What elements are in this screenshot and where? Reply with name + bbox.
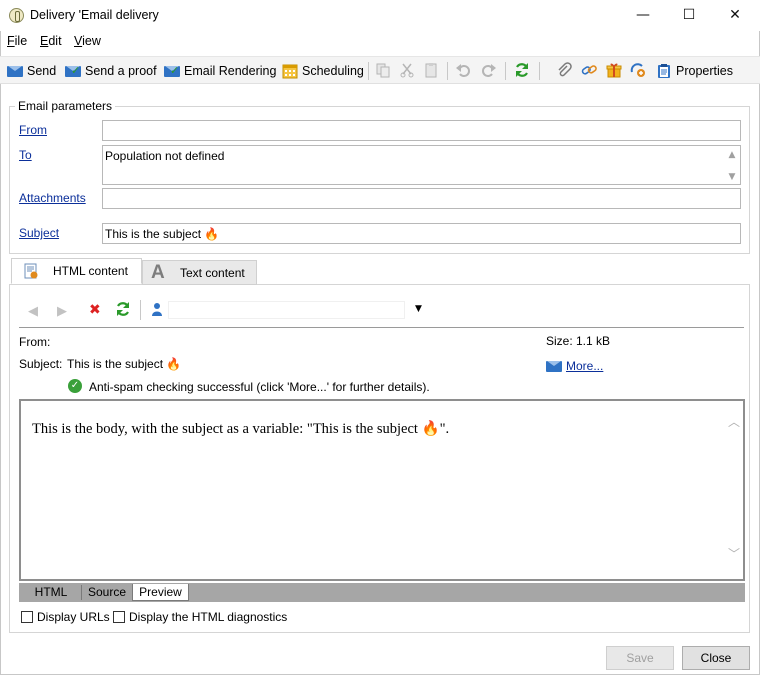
save-button[interactable]: Save (606, 646, 674, 670)
person-icon (151, 302, 163, 319)
antispam-status: Anti-spam checking successful (click 'Mo… (89, 380, 430, 394)
display-urls-label: Display URLs (37, 610, 110, 624)
display-urls-checkbox[interactable]: Display URLs (21, 610, 110, 624)
from-field[interactable] (102, 120, 741, 141)
preview-toolbar-separator (140, 300, 141, 320)
chevron-down-icon[interactable]: ▼ (415, 304, 422, 314)
back-arrow-icon[interactable]: ◀ (28, 303, 38, 319)
menu-file[interactable]: File (7, 34, 27, 48)
window-title: Delivery 'Email delivery (30, 8, 159, 22)
menu-file-rest: ile (14, 34, 28, 48)
toolbar-separator (505, 62, 506, 80)
email-parameters-legend: Email parameters (15, 99, 116, 113)
subject-field[interactable]: This is the subject 🔥 (102, 223, 741, 244)
menu-view-rest: iew (82, 34, 101, 48)
tracking-icon[interactable] (630, 62, 646, 81)
redo-icon[interactable] (481, 62, 497, 81)
scroll-up-icon[interactable]: ▲ (727, 150, 737, 160)
gift-icon[interactable] (606, 62, 622, 81)
paperclip-icon[interactable] (556, 62, 572, 81)
envelope-icon (7, 63, 23, 79)
email-preview-pane[interactable]: This is the body, with the subject as a … (19, 399, 745, 581)
toolbar-separator (539, 62, 540, 80)
tab-text-content[interactable]: A Text content (142, 260, 257, 285)
cut-icon[interactable] (399, 62, 415, 81)
send-proof-label: Send a proof (85, 64, 157, 78)
properties-button[interactable]: Properties (656, 61, 733, 81)
calendar-icon (282, 63, 298, 79)
size-value: 1.1 kB (576, 334, 611, 348)
properties-label: Properties (676, 64, 733, 78)
preview-subject-value: This is the subject 🔥 (67, 357, 182, 371)
to-value: Population not defined (105, 149, 225, 163)
tab-html-content[interactable]: HTML content (11, 258, 142, 284)
maximize-button[interactable]: ☐ (666, 0, 712, 31)
menu-edit-rest: dit (48, 34, 62, 48)
html-diagnostics-checkbox[interactable]: Display the HTML diagnostics (113, 610, 287, 624)
toolbar: Send ✓ Send a proof ✓ Email Rendering Sc… (0, 56, 760, 84)
refresh-icon[interactable] (514, 62, 530, 81)
undo-icon[interactable] (455, 62, 471, 81)
attachments-link[interactable]: Attachments (19, 191, 86, 205)
forward-arrow-icon[interactable]: ▶ (57, 303, 67, 319)
email-rendering-label: Email Rendering (184, 64, 277, 78)
scroll-down-icon[interactable]: ﹀ (728, 545, 740, 562)
close-button[interactable]: Close (682, 646, 750, 670)
success-check-icon: ✓ (68, 379, 82, 393)
delete-icon[interactable]: ✖ (89, 301, 101, 318)
menu-view[interactable]: View (74, 34, 101, 48)
title-bar: Delivery 'Email delivery — ☐ ✕ (0, 0, 760, 31)
display-urls-box[interactable] (21, 611, 33, 623)
email-rendering-button[interactable]: ✓ Email Rendering (164, 61, 276, 81)
preview-subject-label: Subject: (19, 357, 63, 371)
preview-from-label: From: (19, 335, 51, 349)
envelope-check-icon: ✓ (65, 63, 81, 79)
send-proof-button[interactable]: ✓ Send a proof (65, 61, 157, 81)
envelope-check-icon: ✓ (164, 63, 180, 79)
app-icon (9, 8, 24, 23)
paste-icon[interactable] (423, 62, 439, 81)
tab-html-view[interactable]: HTML (21, 584, 81, 601)
scroll-down-icon[interactable]: ▼ (727, 172, 737, 182)
scheduling-label: Scheduling (302, 64, 364, 78)
close-window-button[interactable]: ✕ (712, 0, 758, 31)
scheduling-button[interactable]: Scheduling (282, 61, 364, 81)
to-link[interactable]: To (19, 148, 32, 162)
text-format-icon: A (151, 262, 165, 283)
tab-html-label: HTML content (53, 264, 128, 278)
tab-preview-view[interactable]: Preview (132, 584, 189, 601)
preview-toolbar-divider (19, 327, 744, 328)
preview-body-text: This is the body, with the subject as a … (32, 421, 450, 437)
send-button[interactable]: Send (7, 61, 56, 81)
html-diagnostics-label: Display the HTML diagnostics (129, 610, 288, 624)
view-mode-tabs: HTML Source Preview (19, 583, 745, 602)
from-link[interactable]: From (19, 123, 47, 137)
attachments-field[interactable] (102, 188, 741, 209)
tab-text-label: Text content (180, 266, 245, 280)
copy-icon[interactable] (375, 62, 391, 81)
tab-source-view[interactable]: Source (82, 584, 132, 601)
menu-bar: File Edit View (0, 31, 760, 51)
size-label: Size: (546, 334, 573, 348)
minimize-button[interactable]: — (620, 0, 666, 31)
html-document-icon (23, 263, 39, 282)
to-field[interactable]: Population not defined ▲ ▼ (102, 145, 741, 185)
menu-edit[interactable]: Edit (40, 34, 62, 48)
menu-view-accel: V (74, 34, 83, 48)
toolbar-separator (447, 62, 448, 80)
toolbar-separator (368, 62, 369, 80)
scroll-up-icon[interactable]: ︿ (728, 413, 740, 430)
link-icon[interactable] (581, 62, 597, 81)
send-label: Send (27, 64, 57, 78)
more-link[interactable]: More... (566, 359, 603, 373)
clipboard-icon (656, 63, 672, 79)
refresh-preview-icon[interactable] (115, 301, 131, 320)
more-envelope-icon (546, 361, 562, 375)
html-diagnostics-box[interactable] (113, 611, 125, 623)
menu-file-accel: F (7, 34, 15, 48)
subject-link[interactable]: Subject (19, 226, 59, 240)
recipient-combo[interactable] (168, 301, 405, 319)
